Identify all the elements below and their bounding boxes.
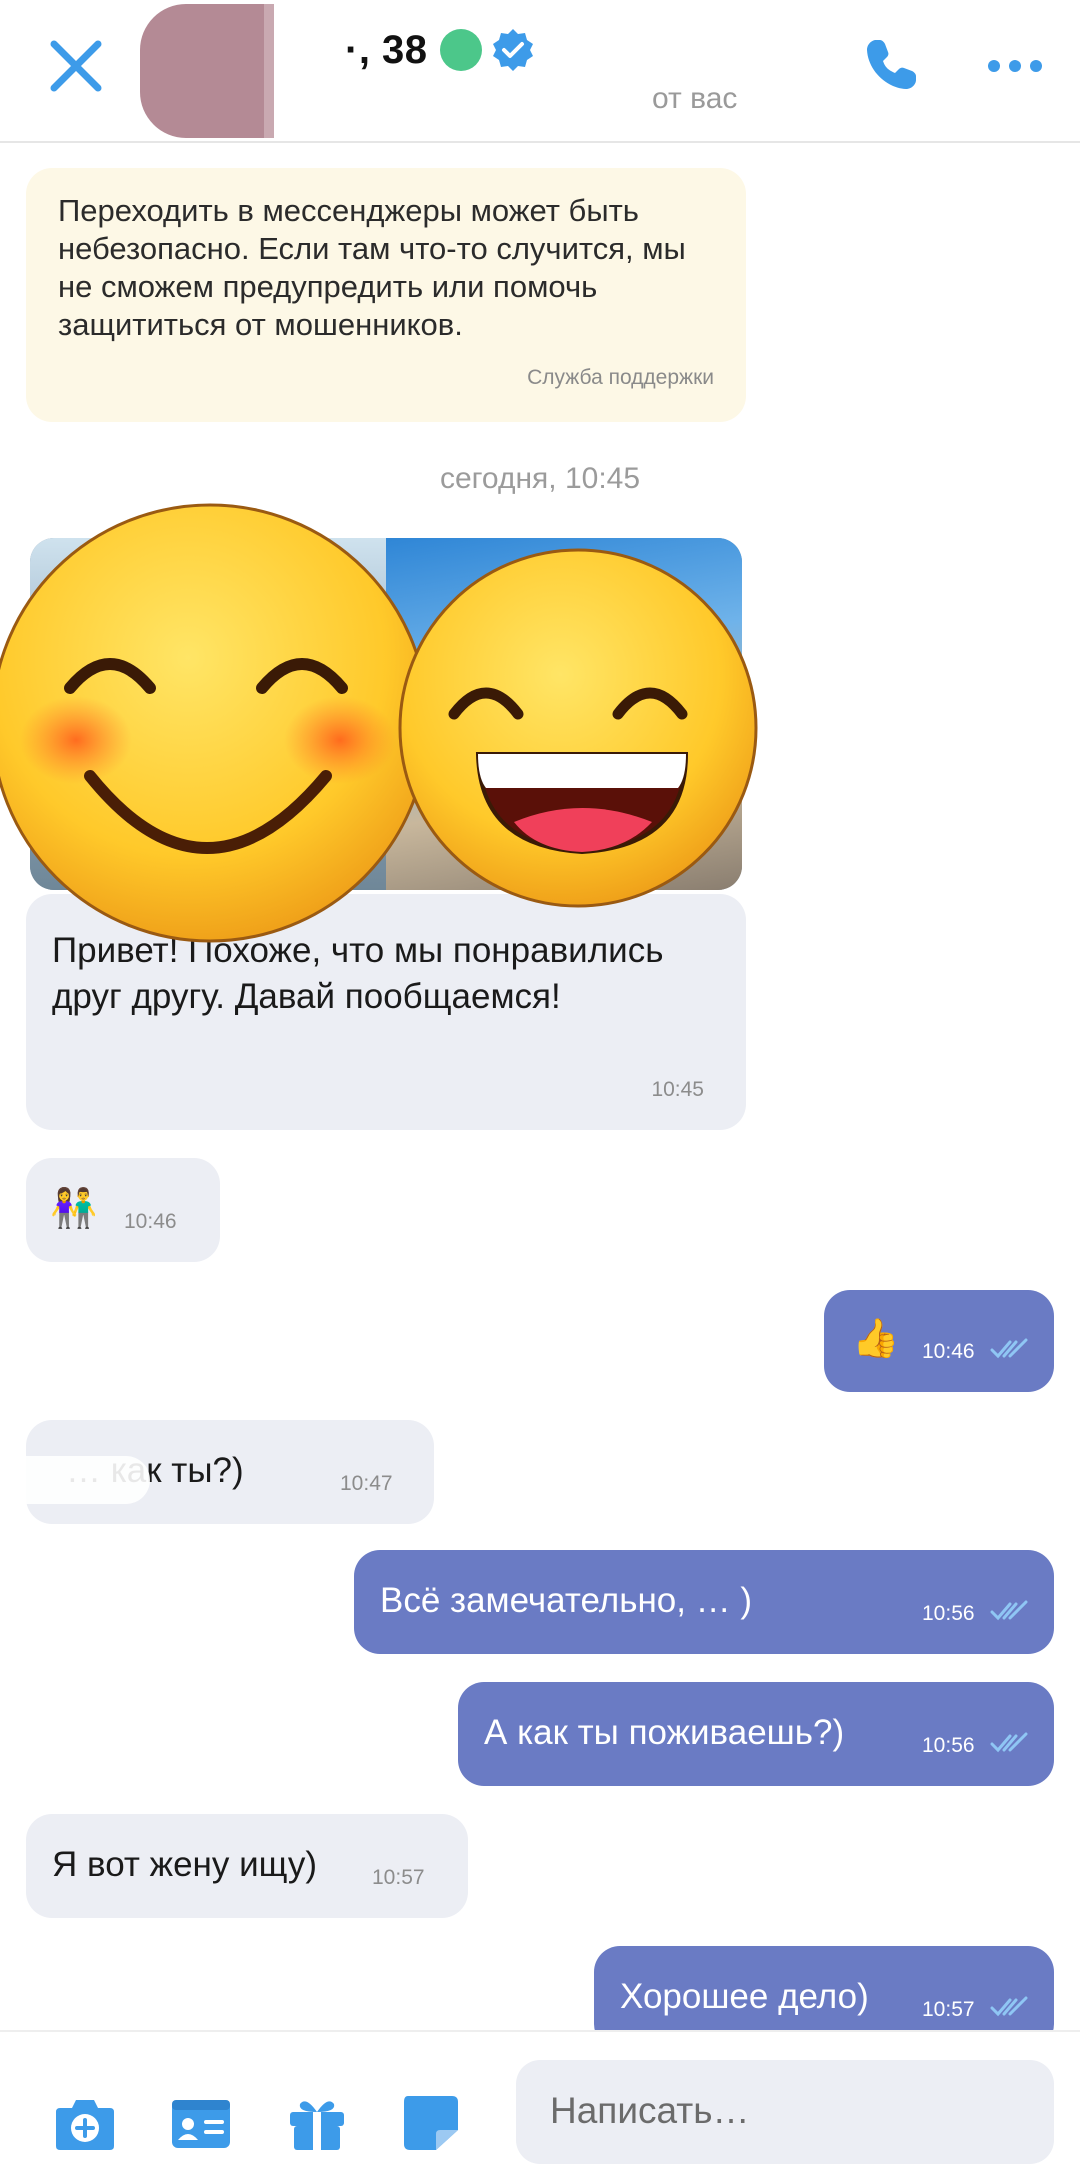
message-text: Всё замечательно, … ) <box>380 1581 753 1620</box>
date-separator: сегодня, 10:45 <box>439 462 641 495</box>
message-input-placeholder: Написать… <box>550 2090 750 2131</box>
more-icon[interactable] <box>986 58 1044 74</box>
message-time: 10:57 <box>922 1998 975 2021</box>
redaction-blur <box>0 1456 150 1504</box>
message-time: 10:57 <box>372 1866 425 1889</box>
chat-header: ·, 38 от вас <box>0 0 1080 143</box>
read-receipt-icon <box>990 1338 1028 1359</box>
message-text: А как ты поживаешь?) <box>484 1713 845 1752</box>
support-notice: Переходить в мессенджеры может быть небе… <box>26 168 746 422</box>
message-text: Я вот жену ищу) <box>52 1845 317 1884</box>
message-input[interactable]: Написать… <box>516 2060 1054 2164</box>
message-time: 10:47 <box>340 1472 393 1495</box>
gift-icon[interactable] <box>286 2094 348 2152</box>
close-icon[interactable] <box>44 34 108 98</box>
message-outgoing[interactable]: А как ты поживаешь?) 10:56 <box>458 1682 1054 1786</box>
message-outgoing[interactable]: Всё замечательно, … ) 10:56 <box>354 1550 1054 1654</box>
header-subtitle: от вас <box>652 82 738 115</box>
verified-badge-icon <box>492 29 533 71</box>
notice-sender: Служба поддержки <box>527 366 714 389</box>
contact-card-icon[interactable] <box>170 2094 232 2152</box>
phone-icon[interactable] <box>862 36 920 94</box>
read-receipt-icon <box>990 1732 1028 1753</box>
smiling-face-emoji <box>0 503 430 943</box>
message-text: 👫 <box>50 1188 98 1230</box>
message-outgoing[interactable]: 👍 10:46 <box>824 1290 1054 1392</box>
message-time: 10:56 <box>922 1602 975 1625</box>
message-text: 👍 <box>852 1318 900 1360</box>
contact-name: ·, 38 <box>345 27 428 72</box>
read-receipt-icon <box>990 1600 1028 1621</box>
grinning-face-emoji <box>398 548 758 908</box>
read-receipt-icon <box>990 1996 1028 2017</box>
sticker-icon[interactable] <box>402 2094 464 2152</box>
composer-bar: Написать… <box>0 2030 1080 2176</box>
message-time: 10:46 <box>124 1210 177 1233</box>
message-time: 10:56 <box>922 1734 975 1757</box>
message-text: Хорошее дело) <box>620 1977 869 2016</box>
online-indicator <box>439 29 482 71</box>
avatar[interactable] <box>140 4 274 138</box>
notice-text: Переходить в мессенджеры может быть небе… <box>58 193 686 342</box>
message-time: 10:45 <box>651 1078 704 1101</box>
message-incoming[interactable]: Я вот жену ищу) 10:57 <box>26 1814 468 1918</box>
contact-name-row[interactable]: ·, 38 <box>345 22 536 78</box>
camera-icon[interactable] <box>54 2094 116 2152</box>
message-incoming[interactable]: 👫 10:46 <box>26 1158 220 1262</box>
message-time: 10:46 <box>922 1340 975 1363</box>
